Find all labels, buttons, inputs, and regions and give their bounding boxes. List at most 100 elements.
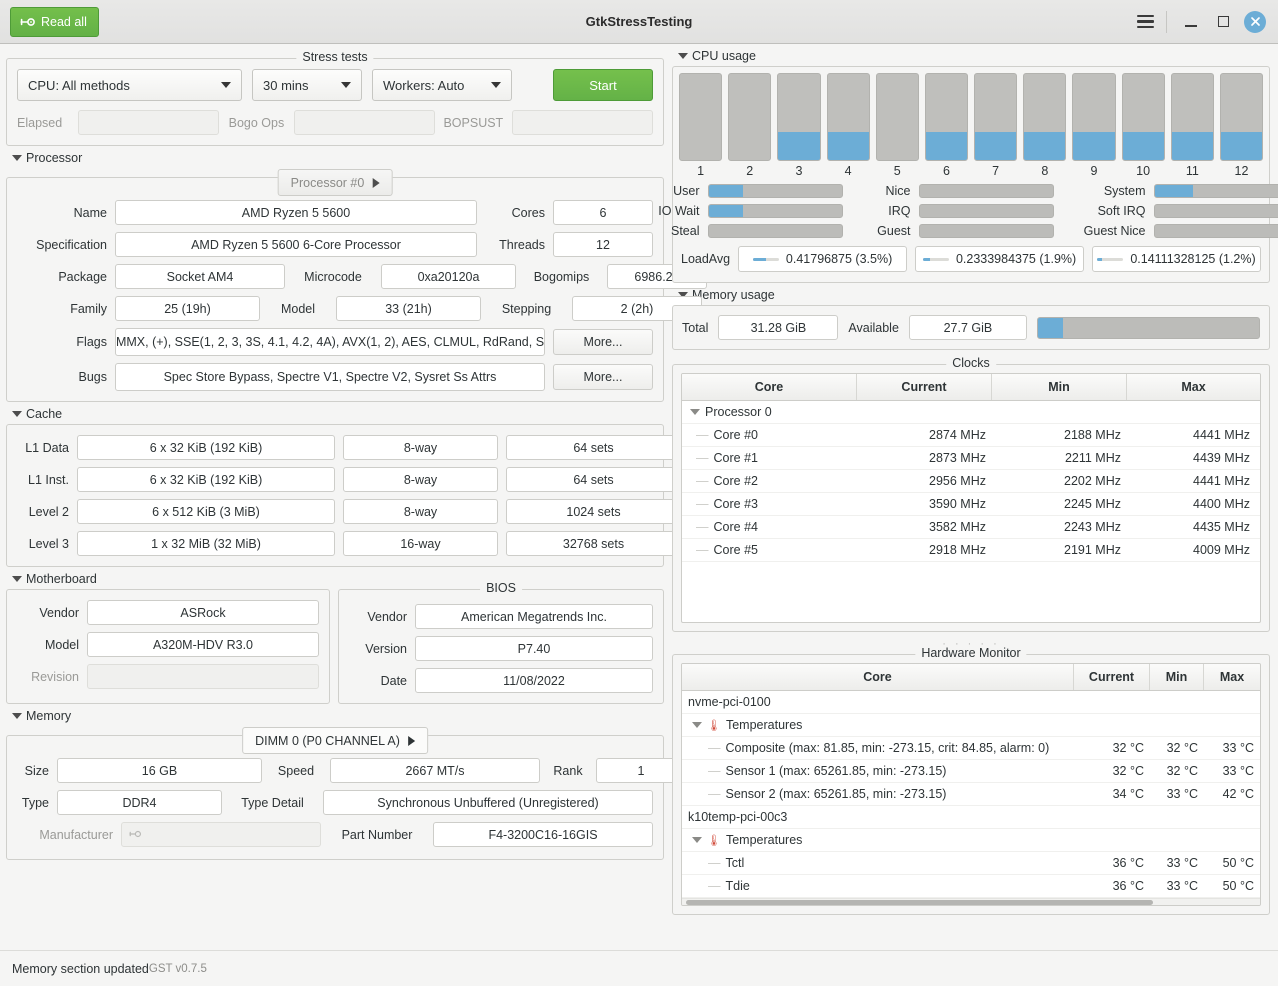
application-window: Read all GtkStressTesting Stress tests C… bbox=[0, 0, 1278, 986]
bugs-more-button[interactable]: More... bbox=[553, 364, 653, 390]
cache-section-toggle[interactable]: Cache bbox=[6, 402, 664, 424]
cache-ways-value: 8-way bbox=[343, 435, 498, 460]
hwmon-current bbox=[1074, 829, 1150, 851]
hwmon-min bbox=[1150, 714, 1204, 736]
mem-type-detail-label: Type Detail bbox=[241, 795, 304, 810]
processor-spec-label: Specification bbox=[36, 237, 107, 252]
memory-section-toggle[interactable]: Memory bbox=[6, 704, 664, 726]
cpu-stat-bar bbox=[1153, 204, 1278, 218]
table-row[interactable]: — Core #0 2874 MHz 2188 MHz 4441 MHz bbox=[682, 424, 1260, 447]
processor-section-toggle[interactable]: Processor bbox=[6, 146, 664, 168]
table-row[interactable]: 🌡 Temperatures bbox=[682, 829, 1260, 852]
clocks-col-max[interactable]: Max bbox=[1127, 374, 1260, 400]
memory-dimm-tab[interactable]: DIMM 0 (P0 CHANNEL A) bbox=[242, 727, 428, 754]
mem-rank-label: Rank bbox=[553, 763, 583, 778]
tree-line-icon: — bbox=[708, 879, 721, 893]
mb-vendor-label: Vendor bbox=[39, 605, 79, 620]
horizontal-scrollbar[interactable] bbox=[682, 898, 1260, 905]
cpu-core-bar: 4 bbox=[826, 73, 870, 178]
stress-duration-select[interactable]: 30 mins bbox=[252, 69, 362, 101]
right-pane: CPU usage 1 2 3 4 5 6 7 8 9 10 11 12 User Nice System… bbox=[658, 44, 1278, 950]
clock-min: 2245 MHz bbox=[1064, 497, 1121, 511]
maximize-button[interactable] bbox=[1208, 7, 1238, 37]
stress-workers-select[interactable]: Workers: Auto bbox=[372, 69, 512, 101]
hwmon-current: 36 °C bbox=[1112, 879, 1144, 893]
motherboard-section-toggle[interactable]: Motherboard bbox=[6, 567, 664, 589]
cache-ways-value: 16-way bbox=[343, 531, 498, 556]
close-icon bbox=[1244, 10, 1266, 33]
hwmon-sensor-name: k10temp-pci-00c3 bbox=[688, 810, 788, 824]
loadavg-label: LoadAvg bbox=[681, 252, 731, 266]
processor-flags-value[interactable]: MMX, (+), SSE(1, 2, 3, 3S, 4.1, 4.2, 4A)… bbox=[115, 328, 545, 356]
cpu-core-number: 7 bbox=[992, 164, 1000, 178]
memory-usage-section-toggle[interactable]: Memory usage bbox=[672, 283, 1270, 305]
clocks-col-min[interactable]: Min bbox=[992, 374, 1127, 400]
mem-speed-label: Speed bbox=[277, 763, 315, 778]
start-button[interactable]: Start bbox=[553, 69, 653, 101]
table-row[interactable]: nvme-pci-0100 bbox=[682, 691, 1260, 714]
hwmon-col-max[interactable]: Max bbox=[1204, 664, 1260, 690]
table-row[interactable]: — Core #2 2956 MHz 2202 MHz 4441 MHz bbox=[682, 470, 1260, 493]
stress-method-select[interactable]: CPU: All methods bbox=[17, 69, 242, 101]
hwmon-sensor-name: Temperatures bbox=[725, 718, 803, 732]
minimize-button[interactable] bbox=[1176, 7, 1206, 37]
processor-bugs-value[interactable]: Spec Store Bypass, Spectre V1, Spectre V… bbox=[115, 363, 545, 391]
clocks-col-core[interactable]: Core bbox=[682, 374, 857, 400]
table-row[interactable]: — Core #4 3582 MHz 2243 MHz 4435 MHz bbox=[682, 516, 1260, 539]
close-button[interactable] bbox=[1240, 7, 1270, 37]
table-row[interactable]: 🌡 Temperatures bbox=[682, 714, 1260, 737]
cpu-core-bar: 1 bbox=[679, 73, 723, 178]
chevron-down-icon[interactable] bbox=[692, 837, 702, 843]
menu-button[interactable] bbox=[1130, 7, 1160, 37]
table-row[interactable]: — Sensor 2 (max: 65261.85, min: -273.15) 3… bbox=[682, 783, 1260, 806]
hwmon-col-min[interactable]: Min bbox=[1150, 664, 1204, 690]
table-row[interactable]: — Tdie 36 °C 33 °C 50 °C bbox=[682, 875, 1260, 898]
processor-threads-value: 12 bbox=[553, 232, 653, 257]
clocks-legend: Clocks bbox=[946, 356, 996, 370]
hwmon-current bbox=[1074, 691, 1150, 713]
cache-frame: L1 Data 6 x 32 KiB (192 KiB) 8-way 64 sets L… bbox=[6, 424, 681, 567]
mem-size-value: 16 GB bbox=[57, 758, 262, 783]
processor-name-value: AMD Ryzen 5 5600 bbox=[115, 200, 477, 225]
chevron-down-icon[interactable] bbox=[690, 409, 700, 415]
main-content: Stress tests CPU: All methods 30 mins Wo… bbox=[0, 44, 1278, 950]
table-row[interactable]: — Core #1 2873 MHz 2211 MHz 4439 MHz bbox=[682, 447, 1260, 470]
flags-more-button[interactable]: More... bbox=[553, 329, 653, 355]
mem-manufacturer-label: Manufacturer bbox=[39, 827, 113, 842]
read-all-button[interactable]: Read all bbox=[10, 6, 99, 37]
table-row[interactable]: — Core #5 2918 MHz 2191 MHz 4009 MHz bbox=[682, 539, 1260, 562]
cpu-usage-section-toggle[interactable]: CPU usage bbox=[672, 44, 1270, 66]
clocks-col-current[interactable]: Current bbox=[857, 374, 992, 400]
cpu-core-bars: 1 2 3 4 5 6 7 8 9 10 11 12 bbox=[673, 67, 1269, 178]
mem-part-number-value: F4-3200C16-16GIS bbox=[433, 822, 653, 847]
hwmon-col-core[interactable]: Core bbox=[682, 664, 1074, 690]
elapsed-value bbox=[77, 110, 220, 135]
table-row[interactable]: k10temp-pci-00c3 bbox=[682, 806, 1260, 829]
mem-total-label: Total bbox=[682, 320, 709, 335]
hwmon-col-current[interactable]: Current bbox=[1074, 664, 1150, 690]
table-row[interactable]: — Tctl 36 °C 33 °C 50 °C bbox=[682, 852, 1260, 875]
table-row[interactable]: Processor 0 bbox=[682, 401, 1260, 424]
cpu-core-number: 11 bbox=[1185, 164, 1199, 178]
hwmon-min bbox=[1150, 691, 1204, 713]
hwmon-sensor-name: Temperatures bbox=[725, 833, 803, 847]
bios-vendor-value: American Megatrends Inc. bbox=[415, 604, 653, 629]
table-row[interactable]: — Core #3 3590 MHz 2245 MHz 4400 MHz bbox=[682, 493, 1260, 516]
hwmon-current: 34 °C bbox=[1112, 787, 1144, 801]
header-bar: Read all GtkStressTesting bbox=[0, 0, 1278, 44]
motherboard-frame: Vendor ASRock Model A320M-HDV R3.0 Revis… bbox=[6, 589, 330, 704]
processor-cores-label: Cores bbox=[511, 205, 545, 220]
table-row[interactable]: — Sensor 1 (max: 65261.85, min: -273.15) 3… bbox=[682, 760, 1260, 783]
tree-line-icon: — bbox=[696, 497, 709, 511]
loadavg-mini-bar bbox=[1097, 257, 1124, 261]
chevron-down-icon bbox=[12, 713, 22, 719]
hwmon-min bbox=[1150, 829, 1204, 851]
hwmon-current bbox=[1074, 806, 1150, 828]
window-controls bbox=[1130, 7, 1270, 37]
version-label: GST v0.7.5 bbox=[148, 962, 207, 975]
memory-usage-section-label: Memory usage bbox=[692, 288, 775, 302]
hwmon-max bbox=[1204, 714, 1260, 736]
table-row[interactable]: — Composite (max: 81.85, min: -273.15, cr… bbox=[682, 737, 1260, 760]
processor-tab[interactable]: Processor #0 bbox=[277, 169, 393, 196]
chevron-down-icon[interactable] bbox=[692, 722, 702, 728]
